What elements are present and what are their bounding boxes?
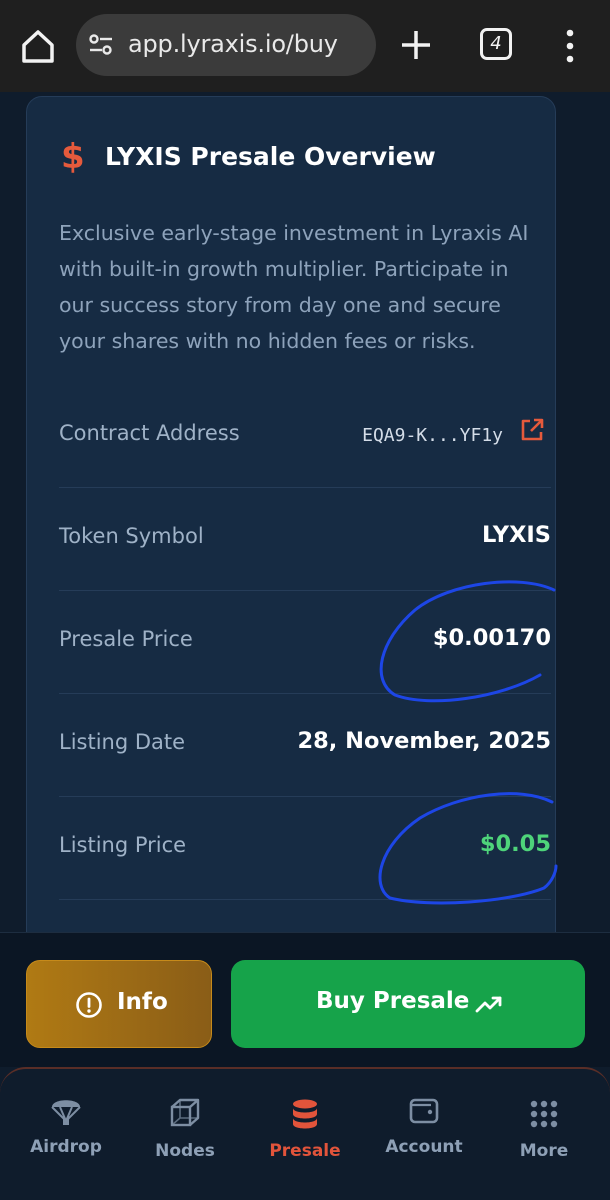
nav-item-account[interactable]: Account xyxy=(369,1073,479,1193)
row-label: Presale Price xyxy=(59,627,193,651)
nav-label-airdrop: Airdrop xyxy=(30,1137,102,1157)
parachute-icon xyxy=(51,1100,81,1125)
browser-toolbar: app.lyraxis.io/buy 4 xyxy=(0,0,610,92)
nav-label-presale: Presale xyxy=(269,1141,341,1161)
alert-circle-icon xyxy=(76,992,102,1018)
nav-item-nodes[interactable]: Nodes xyxy=(130,1077,240,1197)
nav-label-nodes: Nodes xyxy=(155,1141,215,1161)
address-bar[interactable]: app.lyraxis.io/buy xyxy=(76,14,376,76)
contract-address-value[interactable]: EQA9-K...YF1y xyxy=(362,425,503,446)
token-symbol-value: LYXIS xyxy=(481,522,551,548)
row-label: Token Symbol xyxy=(59,524,204,548)
row-token-symbol: Token Symbol LYXIS xyxy=(59,488,551,591)
row-contract-address: Contract Address EQA9-K...YF1y xyxy=(59,385,551,488)
listing-price-value: $0.05 xyxy=(479,831,551,857)
row-label: Listing Date xyxy=(59,730,186,754)
site-settings-icon[interactable] xyxy=(88,34,114,56)
tab-switcher-button[interactable]: 4 xyxy=(480,28,512,60)
card-description: Exclusive early-stage investment in Lyra… xyxy=(59,221,529,353)
wallet-icon xyxy=(409,1098,439,1124)
listing-date-value: 28, November, 2025 xyxy=(297,728,551,754)
presale-price-value: $0.00170 xyxy=(432,625,551,651)
nav-label-account: Account xyxy=(385,1137,463,1157)
presale-overview-card: $ LYXIS Presale Overview Exclusive early… xyxy=(26,96,556,996)
grid-dots-icon xyxy=(530,1100,558,1128)
row-listing-date: Listing Date 28, November, 2025 xyxy=(59,694,551,797)
info-button-label: Info xyxy=(117,989,168,1015)
external-link-icon[interactable] xyxy=(519,417,545,443)
cube-icon xyxy=(170,1098,200,1127)
row-label: Listing Price xyxy=(59,833,187,857)
nav-label-more: More xyxy=(519,1141,569,1161)
row-listing-price: Listing Price $0.05 xyxy=(59,797,551,900)
info-button[interactable]: Info xyxy=(26,960,212,1048)
url-text[interactable]: app.lyraxis.io/buy xyxy=(128,30,338,58)
new-tab-icon[interactable] xyxy=(398,27,434,63)
nav-item-more[interactable]: More xyxy=(489,1077,599,1197)
row-label: Contract Address xyxy=(59,421,240,445)
action-bar: Info Buy Presale xyxy=(0,932,610,1067)
card-title: LYXIS Presale Overview xyxy=(105,142,436,171)
dollar-icon: $ xyxy=(61,137,85,177)
buy-presale-button[interactable]: Buy Presale xyxy=(231,960,585,1048)
bottom-navigation: Airdrop Nodes Presale Account More xyxy=(0,1067,610,1200)
nav-item-airdrop[interactable]: Airdrop xyxy=(11,1073,121,1193)
trending-up-icon xyxy=(475,996,502,1013)
database-icon xyxy=(293,1099,317,1129)
nav-item-presale[interactable]: Presale xyxy=(250,1077,360,1197)
more-vert-icon[interactable] xyxy=(560,28,580,64)
row-presale-price: Presale Price $0.00170 xyxy=(59,591,551,694)
home-icon[interactable] xyxy=(18,26,58,66)
buy-presale-label: Buy Presale xyxy=(316,988,470,1014)
